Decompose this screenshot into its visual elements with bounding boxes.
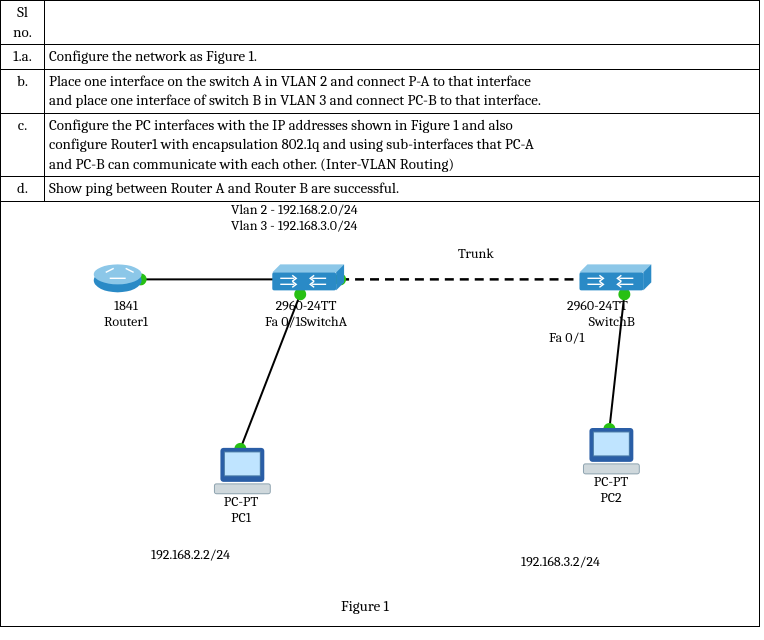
pc2-type: PC-PT [594, 473, 628, 490]
topology-svg [1, 202, 759, 626]
network-diagram: Vlan 2 - 192.168.2.0/24 Vlan 3 - 192.168… [1, 202, 759, 626]
pc1-label: PC-PT PC1 [201, 494, 281, 526]
header-sl-line1: Sl [17, 3, 28, 21]
diagram-row: Vlan 2 - 192.168.2.0/24 Vlan 3 - 192.168… [1, 201, 760, 626]
router-model: 1841 [114, 297, 138, 314]
pc2-name: PC2 [600, 489, 621, 506]
pc2-label: PC-PT PC2 [571, 474, 651, 506]
row-c: c. Configure the PC interfaces with the … [1, 113, 760, 177]
switch-b-name: SwitchB [589, 313, 635, 330]
row-b: b. Place one interface on the switch A i… [1, 69, 760, 113]
row-d-sl: d. [1, 177, 45, 202]
pc1-type: PC-PT [224, 493, 258, 510]
pc1-name: PC1 [231, 509, 251, 526]
row-d: d. Show ping between Router A and Router… [1, 177, 760, 202]
page: Sl no. 1.a. Configure the network as Figu… [0, 0, 764, 640]
switch-a-model: 2960-24TT [276, 297, 337, 314]
header-body [45, 1, 760, 45]
switch-a-name: SwitchA [300, 313, 347, 330]
row-b-sl: b. [1, 69, 45, 113]
pc1-icon [214, 447, 270, 493]
router-icon [94, 264, 142, 292]
question-table: Sl no. 1.a. Configure the network as Figu… [0, 0, 760, 627]
switch-b-label: 2960-24TT SwitchB [567, 298, 697, 330]
pc1-ip: 192.168.2.2/24 [151, 547, 230, 563]
row-d-text: Show ping between Router A and Router B … [45, 177, 760, 202]
row-1a-text: Configure the network as Figure 1. [45, 45, 760, 70]
row-1a-sl: 1.a. [1, 45, 45, 70]
pc2-ip: 192.168.3.2/24 [521, 554, 600, 570]
router-label: 1841 Router1 [86, 298, 166, 330]
trunk-label: Trunk [458, 246, 494, 262]
header-sl: Sl no. [1, 1, 45, 45]
vlan2-label: Vlan 2 - 192.168.2.0/24 [231, 202, 358, 218]
switch-b-port: Fa 0/1 [549, 330, 584, 346]
row-c-sl: c. [1, 113, 45, 177]
header-sl-line2: no. [13, 23, 32, 41]
figure-caption: Figure 1 [341, 597, 389, 617]
row-b-text: Place one interface on the switch A in V… [45, 69, 760, 113]
switch-a-label: 2960-24TT Fa 0/1SwitchA [241, 298, 371, 330]
diagram-cell: Vlan 2 - 192.168.2.0/24 Vlan 3 - 192.168… [1, 201, 760, 626]
switch-a-icon [272, 264, 344, 290]
switch-b-icon [579, 264, 651, 290]
vlan3-label: Vlan 3 - 192.168.3.0/24 [231, 218, 357, 234]
pc2-icon [583, 427, 639, 473]
row-c-text: Configure the PC interfaces with the IP … [45, 113, 760, 177]
switch-b-model: 2960-24TT [567, 297, 628, 314]
header-row: Sl no. [1, 1, 760, 45]
row-1a: 1.a. Configure the network as Figure 1. [1, 45, 760, 70]
switch-a-port: Fa 0/1 [265, 313, 300, 330]
router-name: Router1 [104, 313, 148, 330]
